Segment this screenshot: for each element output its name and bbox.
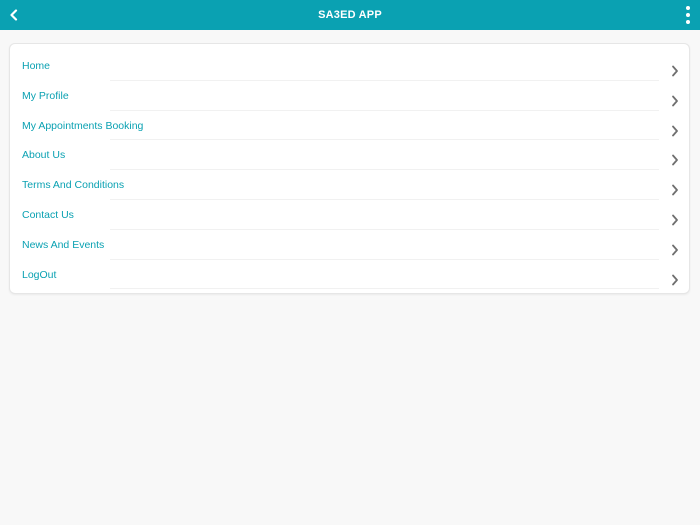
menu-item-my-profile[interactable]: My Profile bbox=[10, 81, 689, 111]
menu-item-label: My Profile bbox=[22, 89, 69, 102]
overflow-menu-button[interactable] bbox=[680, 0, 696, 30]
menu-item-news-and-events[interactable]: News And Events bbox=[10, 230, 689, 260]
menu-item-my-appointments-booking[interactable]: My Appointments Booking bbox=[10, 111, 689, 141]
chevron-right-icon bbox=[669, 184, 681, 196]
chevron-right-icon bbox=[669, 65, 681, 77]
menu-item-label: Home bbox=[22, 60, 51, 72]
chevron-right-icon bbox=[669, 214, 681, 226]
menu-item-label: Terms And Conditions bbox=[22, 179, 125, 192]
menu-item-home[interactable]: Home bbox=[10, 51, 689, 81]
chevron-right-icon bbox=[669, 244, 681, 256]
menu-item-label: Contact Us bbox=[22, 208, 74, 221]
navigation-menu-card: Home My Profile My Appointments Booking … bbox=[9, 43, 690, 294]
chevron-right-icon bbox=[669, 125, 681, 137]
chevron-right-icon bbox=[669, 274, 681, 286]
menu-item-label: About Us bbox=[22, 149, 66, 162]
app-title: SA3ED APP bbox=[318, 9, 382, 21]
menu-item-label: LogOut bbox=[22, 268, 57, 281]
divider bbox=[110, 288, 659, 290]
chevron-right-icon bbox=[669, 95, 681, 107]
menu-item-logout[interactable]: LogOut bbox=[10, 260, 689, 290]
menu-item-label: My Appointments Booking bbox=[22, 119, 144, 132]
app-header: SA3ED APP bbox=[0, 0, 700, 30]
menu-item-contact-us[interactable]: Contact Us bbox=[10, 200, 689, 230]
menu-item-about-us[interactable]: About Us bbox=[10, 140, 689, 171]
more-vertical-icon bbox=[686, 6, 690, 24]
menu-item-label: News And Events bbox=[22, 238, 105, 251]
menu-item-terms-and-conditions[interactable]: Terms And Conditions bbox=[10, 170, 689, 200]
chevron-right-icon bbox=[669, 154, 681, 166]
